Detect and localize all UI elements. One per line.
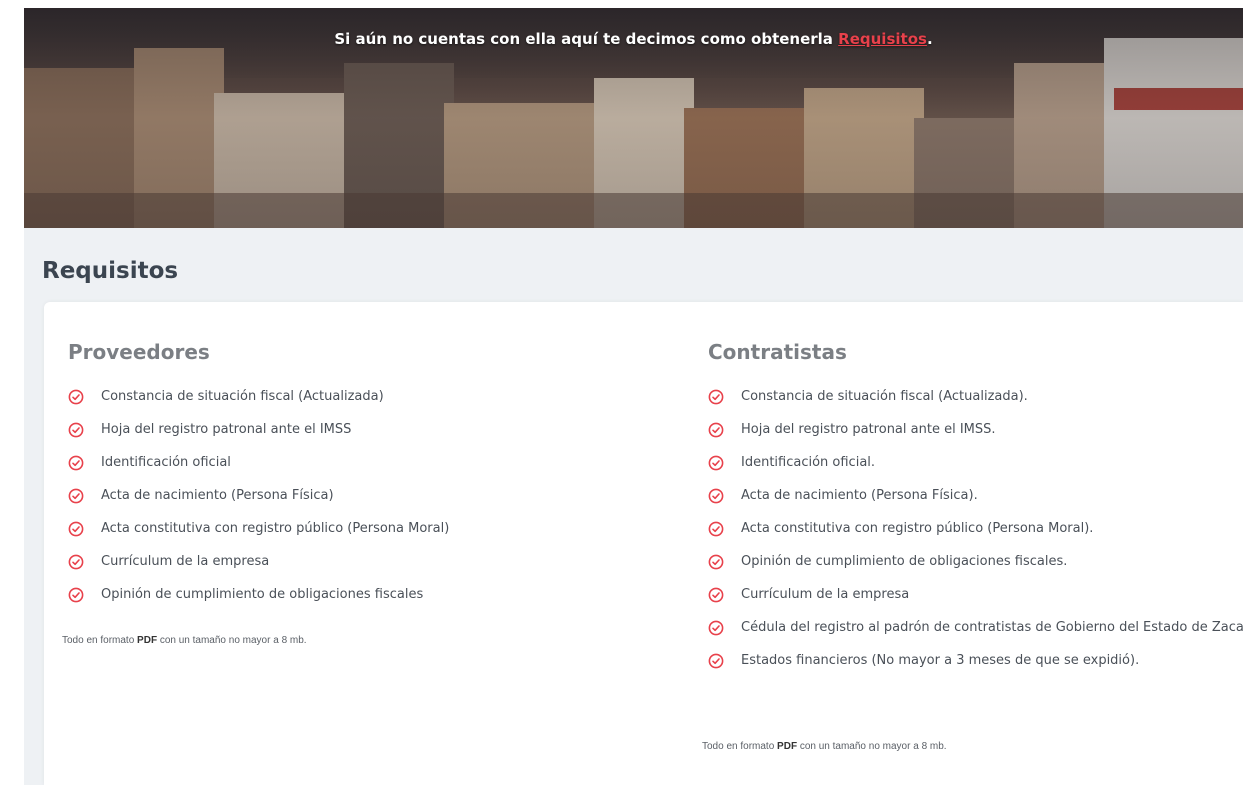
requisitos-section: Requisitos Proveedores Constancia de sit…: [24, 228, 1243, 785]
item-text: Acta constitutiva con registro público (…: [101, 521, 450, 536]
proveedores-title: Proveedores: [68, 340, 210, 364]
hero-banner: Si aún no cuentas con ella aquí te decim…: [24, 8, 1243, 228]
list-item: Identificación oficial.: [708, 454, 1243, 487]
list-item: Acta constitutiva con registro público (…: [68, 520, 449, 553]
list-item: Constancia de situación fiscal (Actualiz…: [68, 388, 449, 421]
note-prefix: Todo en formato: [702, 741, 778, 752]
requisitos-card: Proveedores Constancia de situación fisc…: [44, 302, 1243, 785]
check-circle-icon: [708, 620, 724, 636]
list-item: Estados financieros (No mayor a 3 meses …: [708, 652, 1243, 685]
item-text: Currículum de la empresa: [101, 554, 270, 569]
list-item: Currículum de la empresa: [68, 553, 449, 586]
check-circle-icon: [68, 587, 84, 603]
contratistas-list: Constancia de situación fiscal (Actualiz…: [708, 388, 1243, 685]
check-circle-icon: [708, 554, 724, 570]
list-item: Acta constitutiva con registro público (…: [708, 520, 1243, 553]
list-item: Acta de nacimiento (Persona Física): [68, 487, 449, 520]
note-suffix: con un tamaño no mayor a 8 mb.: [157, 635, 307, 646]
format-note: Todo en formato PDF con un tamaño no may…: [702, 741, 947, 752]
list-item: Cédula del registro al padrón de contrat…: [708, 619, 1243, 652]
list-item: Constancia de situación fiscal (Actualiz…: [708, 388, 1243, 421]
list-item: Acta de nacimiento (Persona Física).: [708, 487, 1243, 520]
note-suffix: con un tamaño no mayor a 8 mb.: [797, 741, 947, 752]
item-text: Constancia de situación fiscal (Actualiz…: [101, 389, 384, 404]
item-text: Acta de nacimiento (Persona Física): [101, 488, 334, 503]
item-text: Estados financieros (No mayor a 3 meses …: [741, 653, 1140, 668]
list-item: Opinión de cumplimiento de obligaciones …: [68, 586, 449, 619]
check-circle-icon: [68, 389, 84, 405]
check-circle-icon: [708, 521, 724, 537]
hero-suffix: .: [926, 30, 933, 48]
list-item: Opinión de cumplimiento de obligaciones …: [708, 553, 1243, 586]
check-circle-icon: [68, 554, 84, 570]
list-item: Identificación oficial: [68, 454, 449, 487]
check-circle-icon: [68, 521, 84, 537]
item-text: Opinión de cumplimiento de obligaciones …: [101, 587, 424, 602]
check-circle-icon: [68, 455, 84, 471]
item-text: Identificación oficial: [101, 455, 231, 470]
check-circle-icon: [708, 389, 724, 405]
format-note: Todo en formato PDF con un tamaño no may…: [62, 635, 307, 646]
hero-message: Si aún no cuentas con ella aquí te decim…: [24, 30, 1243, 48]
hero-text: Si aún no cuentas con ella aquí te decim…: [334, 30, 833, 48]
check-circle-icon: [708, 653, 724, 669]
requisitos-link[interactable]: Requisitos: [838, 30, 927, 48]
check-circle-icon: [68, 488, 84, 504]
note-bold: PDF: [137, 635, 158, 646]
item-text: Hoja del registro patronal ante el IMSS: [101, 422, 352, 437]
check-circle-icon: [708, 455, 724, 471]
contratistas-title: Contratistas: [708, 340, 847, 364]
note-prefix: Todo en formato: [62, 635, 138, 646]
item-text: Acta de nacimiento (Persona Física).: [741, 488, 978, 503]
item-text: Identificación oficial.: [741, 455, 876, 470]
check-circle-icon: [68, 422, 84, 438]
item-text: Constancia de situación fiscal (Actualiz…: [741, 389, 1028, 404]
proveedores-list: Constancia de situación fiscal (Actualiz…: [68, 388, 449, 619]
list-item: Currículum de la empresa: [708, 586, 1243, 619]
check-circle-icon: [708, 422, 724, 438]
section-title: Requisitos: [42, 258, 179, 284]
list-item: Hoja del registro patronal ante el IMSS.: [708, 421, 1243, 454]
note-bold: PDF: [777, 741, 798, 752]
item-text: Opinión de cumplimiento de obligaciones …: [741, 554, 1068, 569]
item-text: Acta constitutiva con registro público (…: [741, 521, 1094, 536]
item-text: Currículum de la empresa: [741, 587, 910, 602]
item-text: Hoja del registro patronal ante el IMSS.: [741, 422, 996, 437]
item-text: Cédula del registro al padrón de contrat…: [741, 620, 1243, 635]
check-circle-icon: [708, 587, 724, 603]
check-circle-icon: [708, 488, 724, 504]
list-item: Hoja del registro patronal ante el IMSS: [68, 421, 449, 454]
